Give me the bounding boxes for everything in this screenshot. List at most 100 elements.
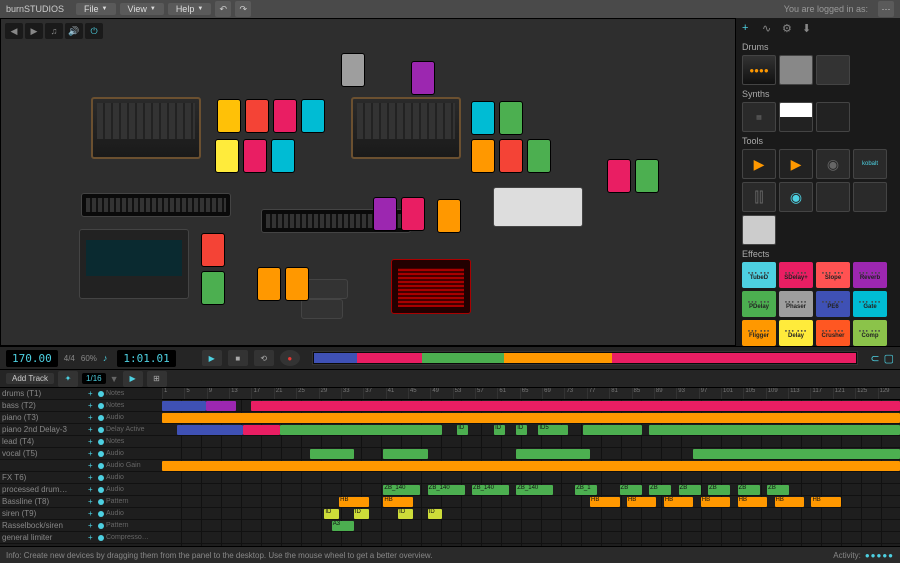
track-settings-icon[interactable]: ⊞ [147,371,167,387]
effect-Slope[interactable]: ●●● ●●●Slope [816,262,850,288]
effect-Delay[interactable]: ●●● ●●●Delay [779,320,813,346]
download-icon[interactable]: ⬇ [802,22,816,36]
effect-TubeD[interactable]: ●●● ●●●TubeD [742,262,776,288]
effect-Phaser[interactable]: ●●● ●●●Phaser [779,291,813,317]
effect-Crusher[interactable]: ●●● ●●●Crusher [816,320,850,346]
track-active-dot[interactable] [98,415,104,421]
track-row[interactable]: general limiter+Compresso… [0,532,162,544]
clip[interactable]: HB [383,497,413,507]
nav-back-icon[interactable]: ◀ [5,23,23,39]
swing-pct[interactable]: 60% [81,354,97,363]
canvas-device-4[interactable] [79,229,189,299]
clip[interactable] [649,425,900,435]
tool-play-1[interactable]: ▶ [742,149,776,179]
canvas-pedal-16[interactable] [373,197,397,231]
timeline-row[interactable]: ZB_140ZB_140ZB_140ZB_140ZB_1ZBZBZBZBZBZB [162,484,900,496]
tool-blank-1[interactable] [816,182,850,212]
user-menu-icon[interactable]: ⋯ [878,1,894,17]
track-active-dot[interactable] [98,499,104,505]
timeline-row[interactable] [162,532,900,544]
clip[interactable]: ID [428,509,443,519]
clip[interactable]: ID [354,509,369,519]
clip[interactable]: ZB_140 [383,485,420,495]
canvas-pedal-3[interactable] [301,99,325,133]
effect-Gate[interactable]: ●●● ●●●Gate [853,291,887,317]
clip[interactable]: ID [398,509,413,519]
add-device-icon[interactable]: + [742,22,756,36]
record-button[interactable]: ● [280,350,300,366]
undo-icon[interactable]: ↶ [215,1,231,17]
track-row[interactable]: processed drum…+Audio [0,484,162,496]
timeline-row[interactable] [162,544,900,546]
canvas-device-6[interactable] [391,259,471,314]
canvas-pedal-22[interactable] [635,159,659,193]
effect-Fligger[interactable]: ●●● ●●●Fligger [742,320,776,346]
clip[interactable]: A3 [332,521,354,531]
track-play-icon[interactable]: ▶ [123,371,143,387]
timeline-row[interactable] [162,472,900,484]
track-active-dot[interactable] [98,427,104,433]
tool-sliders[interactable] [742,215,776,245]
clip[interactable] [383,449,427,459]
loop-mode-icon[interactable]: ⊂ [870,352,879,365]
effect-Reverb[interactable]: ●●● ●●●Reverb [853,262,887,288]
expand-icon[interactable]: + [88,437,96,446]
track-row[interactable]: piano (T3)+Audio [0,412,162,424]
menu-help[interactable]: Help▼ [168,3,211,15]
drum-machine-1[interactable]: ●●●● [742,55,776,85]
drum-machine-3[interactable] [816,55,850,85]
clip[interactable]: ZB [708,485,730,495]
clip[interactable]: ZB_140 [472,485,509,495]
canvas-pedal-20[interactable] [285,267,309,301]
timeline-row[interactable]: A3 [162,520,900,532]
speaker-icon[interactable]: 🔊 [65,23,83,39]
clip[interactable]: ZB [767,485,789,495]
track-row[interactable]: Rasselbock/siren+Pattern [0,520,162,532]
effect-PE6[interactable]: ●●● ●●●PE6 [816,291,850,317]
canvas-pedal-11[interactable] [471,139,495,173]
canvas-pedal-5[interactable] [243,139,267,173]
canvas-device-7[interactable] [301,299,343,319]
timeline-row[interactable] [162,448,900,460]
tempo-display[interactable]: 170.00 [6,350,58,367]
headphones-icon[interactable]: ♫ [45,23,63,39]
timeline-row[interactable]: IDIDIDID5 [162,424,900,436]
canvas-device-5[interactable] [493,187,583,227]
track-row[interactable]: vocal (T5)+Audio [0,448,162,460]
add-track-button[interactable]: Add Track [6,373,54,384]
clip[interactable]: ID5 [538,425,568,435]
synth-1[interactable]: ▦ [742,102,776,132]
timeline-row[interactable]: HBHBHBHBHBHBHBHBHB [162,496,900,508]
track-row[interactable]: drums (T1)+Notes [0,388,162,400]
track-row[interactable]: lead (T4)+Notes [0,436,162,448]
canvas-pedal-12[interactable] [499,139,523,173]
track-active-dot[interactable] [98,439,104,445]
track-active-dot[interactable] [98,487,104,493]
canvas-pedal-9[interactable] [471,101,495,135]
track-row[interactable]: piano 2nd Delay-3+Delay Active [0,424,162,436]
clip[interactable] [583,425,642,435]
timeline-row[interactable]: IDIDIDID [162,508,900,520]
clip[interactable]: ZB [679,485,701,495]
clip[interactable] [516,449,590,459]
canvas-device-1[interactable] [351,97,461,159]
clip[interactable] [162,401,206,411]
clip[interactable]: ZB [738,485,760,495]
clip[interactable] [310,449,354,459]
clip[interactable] [177,425,243,435]
track-row[interactable]: siren (T9)+Audio [0,508,162,520]
track-row[interactable]: +Audio Gain [0,460,162,472]
menu-file[interactable]: File▼ [76,3,115,15]
canvas-device-0[interactable] [91,97,201,159]
clip[interactable]: ZB [620,485,642,495]
track-row[interactable]: FX T6)+Audio [0,472,162,484]
tool-circle[interactable]: ◉ [779,182,813,212]
canvas-device-8[interactable] [306,279,348,299]
effect-Comp[interactable]: ●●● ●●●Comp [853,320,887,346]
tool-mixer[interactable]: ⫿⫿ [742,182,776,212]
synth-2[interactable] [779,102,813,132]
position-display[interactable]: 1:01.01 [117,350,175,367]
expand-icon[interactable]: + [88,497,96,506]
track-active-dot[interactable] [98,511,104,517]
grid-resolution[interactable]: 1/16 [82,373,106,384]
